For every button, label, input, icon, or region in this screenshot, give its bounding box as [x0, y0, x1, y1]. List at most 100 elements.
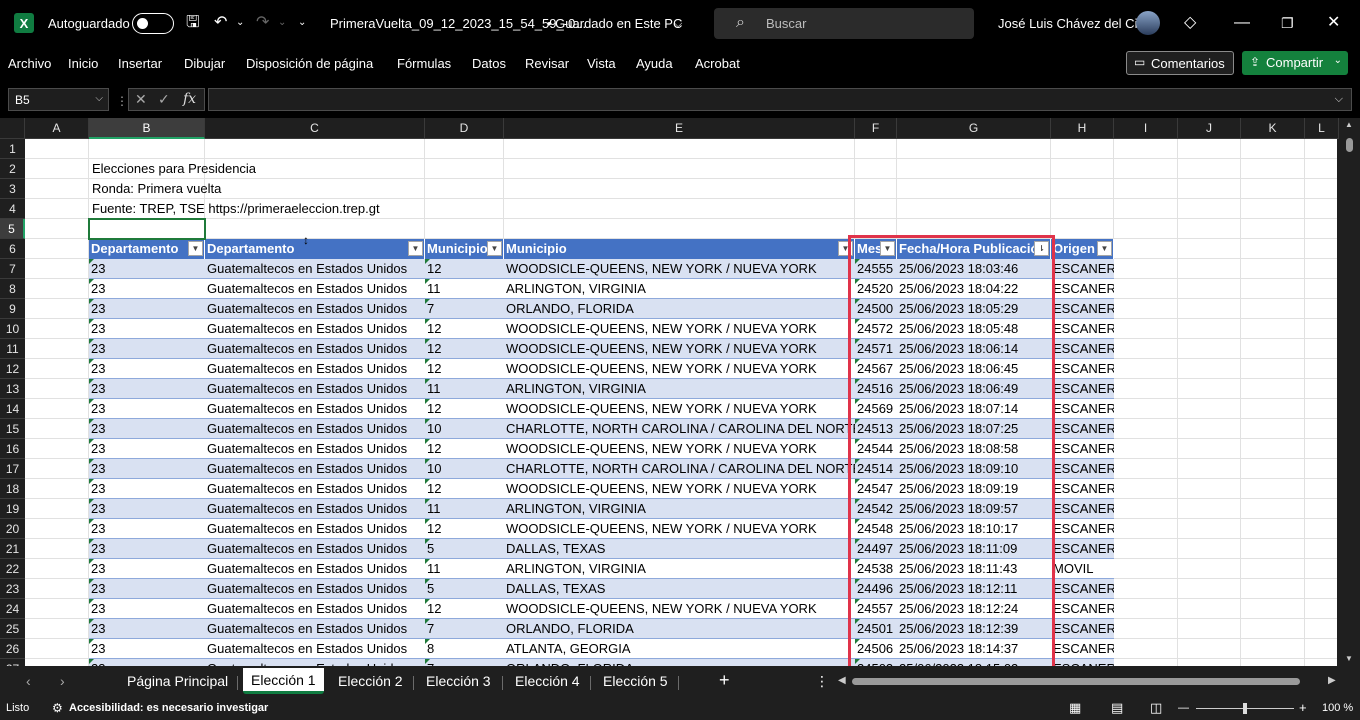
tab-ayuda[interactable]: Ayuda [636, 56, 673, 71]
table-cell[interactable]: Guatemaltecos en Estados Unidos [205, 499, 425, 519]
table-cell[interactable]: WOODSICLE-QUEENS, NEW YORK / NUEVA YORK [504, 339, 855, 359]
formula-input[interactable]: ⌵ [208, 88, 1352, 111]
row-header[interactable]: 26 [0, 639, 25, 659]
customize-toolbar-icon[interactable]: ⌄ [298, 13, 306, 33]
redo-dropdown-icon[interactable]: ⌄ [278, 13, 286, 33]
table-cell[interactable]: ESCANER [1051, 619, 1114, 639]
table-cell[interactable]: 23 [89, 619, 205, 639]
table-cell[interactable]: ARLINGTON, VIRGINIA [504, 279, 855, 299]
table-cell[interactable]: 10 [425, 419, 504, 439]
table-cell[interactable]: Guatemaltecos en Estados Unidos [205, 559, 425, 579]
table-cell[interactable]: ESCANER [1051, 359, 1114, 379]
vertical-scrollbar[interactable]: ▲ ▼ [1339, 118, 1360, 666]
table-cell[interactable]: 12 [425, 439, 504, 459]
filter-dropdown-icon[interactable]: ▼ [408, 241, 423, 256]
page-break-icon[interactable]: ◫ [1150, 700, 1162, 716]
table-cell[interactable]: 12 [425, 399, 504, 419]
row-header[interactable]: 17 [0, 459, 25, 479]
user-name[interactable]: José Luis Chávez del Cid [998, 16, 1145, 31]
column-header-d[interactable]: D [425, 118, 504, 139]
column-header-c[interactable]: C [205, 118, 425, 139]
table-cell[interactable]: 23 [89, 419, 205, 439]
chevron-down-icon[interactable]: ⌄ [1334, 55, 1342, 66]
undo-icon[interactable]: ↶ [214, 13, 227, 33]
table-cell[interactable]: WOODSICLE-QUEENS, NEW YORK / NUEVA YORK [504, 519, 855, 539]
tab-datos[interactable]: Datos [472, 56, 506, 71]
table-cell[interactable]: 12 [425, 259, 504, 279]
table-cell[interactable]: 23 [89, 599, 205, 619]
table-cell[interactable]: CHARLOTTE, NORTH CAROLINA / CAROLINA DEL… [504, 419, 855, 439]
column-header-k[interactable]: K [1241, 118, 1305, 139]
table-cell[interactable]: 12 [425, 519, 504, 539]
row-header[interactable]: 19 [0, 499, 25, 519]
table-cell[interactable]: 23 [89, 519, 205, 539]
select-all-corner[interactable] [0, 118, 25, 139]
table-cell[interactable]: 23 [89, 359, 205, 379]
minimize-icon[interactable]: — [1234, 13, 1250, 33]
table-cell[interactable]: Guatemaltecos en Estados Unidos [205, 279, 425, 299]
table-cell[interactable]: ESCANER [1051, 279, 1114, 299]
table-cell[interactable]: ESCANER [1051, 499, 1114, 519]
table-cell[interactable]: ARLINGTON, VIRGINIA [504, 379, 855, 399]
zoom-in-icon[interactable]: + [1299, 700, 1307, 715]
undo-dropdown-icon[interactable]: ⌄ [236, 13, 244, 33]
table-cell[interactable]: Guatemaltecos en Estados Unidos [205, 619, 425, 639]
table-cell[interactable]: 23 [89, 399, 205, 419]
table-cell[interactable]: ARLINGTON, VIRGINIA [504, 499, 855, 519]
table-cell[interactable]: ESCANER [1051, 599, 1114, 619]
column-header-j[interactable]: J [1178, 118, 1241, 139]
autosave-toggle[interactable] [132, 13, 174, 34]
column-header-a[interactable]: A [25, 118, 89, 139]
table-cell[interactable]: 23 [89, 459, 205, 479]
table-cell[interactable]: 23 [89, 339, 205, 359]
table-cell[interactable]: WOODSICLE-QUEENS, NEW YORK / NUEVA YORK [504, 359, 855, 379]
chevron-down-icon[interactable]: ⌵ [674, 14, 682, 34]
table-header-cell[interactable]: Municipio ▼ [504, 239, 855, 259]
next-sheet-icon[interactable]: › [60, 673, 65, 689]
save-icon[interactable]: 🖫 [186, 13, 200, 33]
table-cell[interactable]: ESCANER [1051, 419, 1114, 439]
table-cell[interactable]: Guatemaltecos en Estados Unidos [205, 459, 425, 479]
table-cell[interactable]: 23 [89, 479, 205, 499]
row-header[interactable]: 7 [0, 259, 25, 279]
table-cell[interactable]: CHARLOTTE, NORTH CAROLINA / CAROLINA DEL… [504, 459, 855, 479]
tab-insertar[interactable]: Insertar [118, 56, 162, 71]
row-header[interactable]: 13 [0, 379, 25, 399]
normal-view-icon[interactable]: ▦ [1069, 700, 1081, 716]
scroll-down-icon[interactable]: ▼ [1345, 654, 1353, 663]
table-cell[interactable]: Guatemaltecos en Estados Unidos [205, 539, 425, 559]
table-cell[interactable]: 10 [425, 459, 504, 479]
table-cell[interactable]: ESCANER [1051, 539, 1114, 559]
table-cell[interactable]: ORLANDO, FLORIDA [504, 299, 855, 319]
vertical-scroll-thumb[interactable] [1346, 138, 1353, 152]
tab-eleccion-2[interactable]: Elección 2 [338, 673, 403, 689]
row-header[interactable]: 27 [0, 659, 25, 666]
table-cell[interactable]: WOODSICLE-QUEENS, NEW YORK / NUEVA YORK [504, 259, 855, 279]
table-cell[interactable]: Guatemaltecos en Estados Unidos [205, 659, 425, 666]
table-cell[interactable]: Guatemaltecos en Estados Unidos [205, 579, 425, 599]
table-cell[interactable]: ESCANER [1051, 259, 1114, 279]
comments-button[interactable]: ▭ Comentarios [1126, 51, 1234, 75]
tab-vista[interactable]: Vista [587, 56, 616, 71]
table-cell[interactable]: ESCANER [1051, 439, 1114, 459]
row-header[interactable]: 24 [0, 599, 25, 619]
table-cell[interactable]: 7 [425, 299, 504, 319]
row-header[interactable]: 4 [0, 199, 25, 219]
zoom-level[interactable]: 100 % [1322, 702, 1353, 714]
table-cell[interactable]: ESCANER [1051, 379, 1114, 399]
search-box[interactable]: ⌕ Buscar [714, 8, 974, 39]
table-cell[interactable]: ESCANER [1051, 399, 1114, 419]
tab-dibujar[interactable]: Dibujar [184, 56, 225, 71]
row-header[interactable]: 2 [0, 159, 25, 179]
table-cell[interactable]: ESCANER [1051, 459, 1114, 479]
tab-inicio[interactable]: Inicio [68, 56, 98, 71]
info-text[interactable]: Elecciones para Presidencia [90, 159, 690, 179]
table-header-cell[interactable]: Departamento ▼ [205, 239, 425, 259]
table-cell[interactable]: 23 [89, 379, 205, 399]
table-cell[interactable]: Guatemaltecos en Estados Unidos [205, 359, 425, 379]
table-cell[interactable]: ESCANER [1051, 479, 1114, 499]
table-cell[interactable]: Guatemaltecos en Estados Unidos [205, 399, 425, 419]
chevron-down-icon[interactable]: ⌵ [1335, 93, 1343, 106]
table-cell[interactable]: Guatemaltecos en Estados Unidos [205, 299, 425, 319]
row-header[interactable]: 25 [0, 619, 25, 639]
